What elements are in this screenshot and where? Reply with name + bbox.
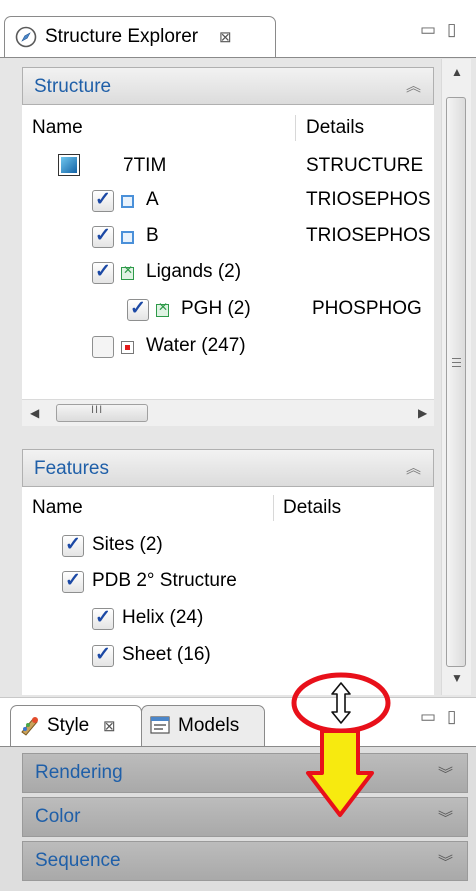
down-arrow-annotation <box>306 729 374 817</box>
resize-cursor-icon <box>331 682 351 724</box>
annotation-overlay <box>291 672 391 817</box>
